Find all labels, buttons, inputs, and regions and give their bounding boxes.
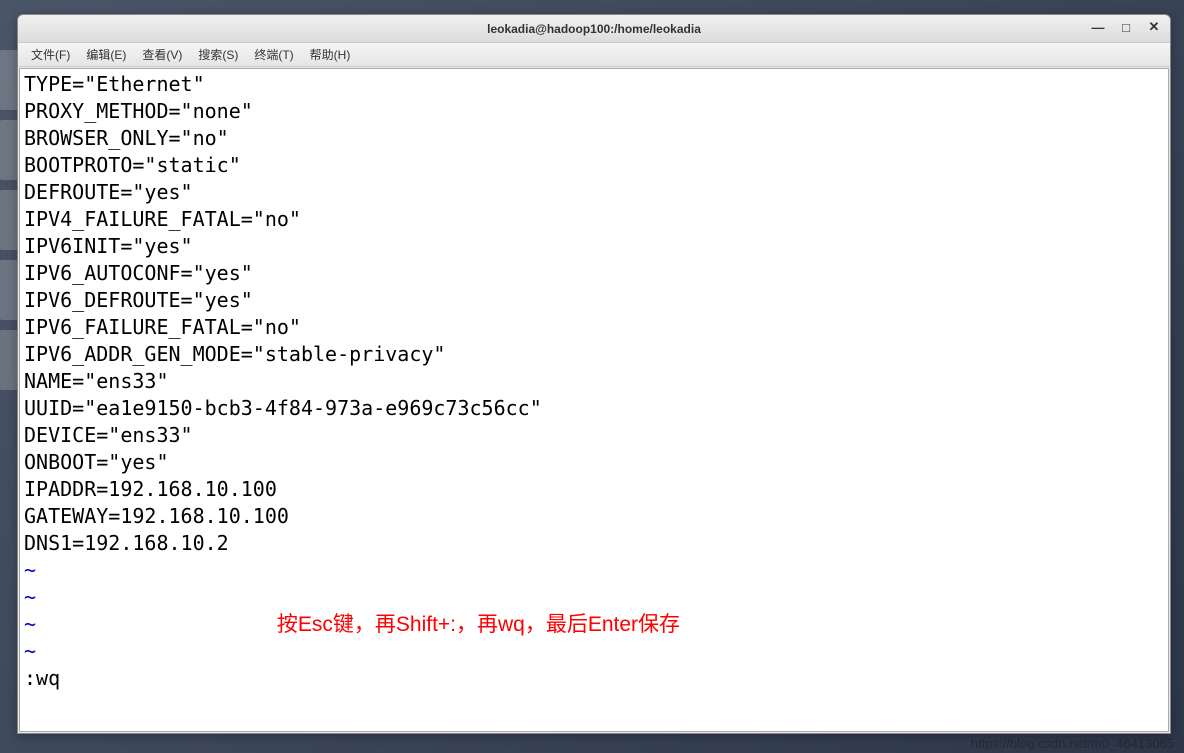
vim-tilde: ~ — [24, 638, 1164, 665]
config-line: DEFROUTE="yes" — [24, 179, 1164, 206]
titlebar[interactable]: leokadia@hadoop100:/home/leokadia — □ ✕ — [18, 15, 1170, 43]
vim-tilde: ~ — [24, 612, 36, 636]
config-line: IPADDR=192.168.10.100 — [24, 476, 1164, 503]
terminal-window: leokadia@hadoop100:/home/leokadia — □ ✕ … — [17, 14, 1171, 734]
vim-tilde-instruction-line: ~ 按Esc键，再Shift+:，再wq，最后Enter保存 — [24, 611, 1164, 638]
config-line: BROWSER_ONLY="no" — [24, 125, 1164, 152]
close-button[interactable]: ✕ — [1146, 19, 1162, 35]
config-line: UUID="ea1e9150-bcb3-4f84-973a-e969c73c56… — [24, 395, 1164, 422]
vim-tilde: ~ — [24, 557, 1164, 584]
minimize-button[interactable]: — — [1090, 19, 1106, 35]
menu-edit[interactable]: 编辑(E) — [78, 44, 134, 65]
window-controls: — □ ✕ — [1090, 19, 1162, 35]
config-line: ONBOOT="yes" — [24, 449, 1164, 476]
menu-terminal[interactable]: 终端(T) — [246, 44, 301, 65]
vim-tilde: ~ — [24, 584, 1164, 611]
menu-help[interactable]: 帮助(H) — [302, 44, 359, 65]
menu-file[interactable]: 文件(F) — [23, 44, 78, 65]
config-line: TYPE="Ethernet" — [24, 71, 1164, 98]
terminal-content[interactable]: TYPE="Ethernet" PROXY_METHOD="none" BROW… — [19, 68, 1169, 732]
config-line: IPV6_ADDR_GEN_MODE="stable-privacy" — [24, 341, 1164, 368]
menubar: 文件(F) 编辑(E) 查看(V) 搜索(S) 终端(T) 帮助(H) — [18, 43, 1170, 67]
menu-search[interactable]: 搜索(S) — [190, 44, 246, 65]
config-line: GATEWAY=192.168.10.100 — [24, 503, 1164, 530]
menu-view[interactable]: 查看(V) — [134, 44, 190, 65]
config-line: BOOTPROTO="static" — [24, 152, 1164, 179]
maximize-button[interactable]: □ — [1118, 19, 1134, 35]
window-title: leokadia@hadoop100:/home/leokadia — [487, 22, 701, 36]
config-line: DNS1=192.168.10.2 — [24, 530, 1164, 557]
config-line: IPV4_FAILURE_FATAL="no" — [24, 206, 1164, 233]
desktop-icons — [0, 50, 18, 650]
desktop-icon[interactable] — [0, 330, 18, 390]
vim-command-line[interactable]: :wq — [24, 665, 1164, 692]
desktop-icon[interactable] — [0, 260, 18, 320]
config-line: IPV6INIT="yes" — [24, 233, 1164, 260]
instruction-text: 按Esc键，再Shift+:，再wq，最后Enter保存 — [277, 613, 680, 636]
config-line: IPV6_AUTOCONF="yes" — [24, 260, 1164, 287]
config-line: PROXY_METHOD="none" — [24, 98, 1164, 125]
config-line: DEVICE="ens33" — [24, 422, 1164, 449]
config-line: IPV6_DEFROUTE="yes" — [24, 287, 1164, 314]
desktop-icon[interactable] — [0, 120, 18, 180]
config-line: IPV6_FAILURE_FATAL="no" — [24, 314, 1164, 341]
config-line: NAME="ens33" — [24, 368, 1164, 395]
desktop-icon[interactable] — [0, 190, 18, 250]
desktop-icon[interactable] — [0, 50, 18, 110]
watermark: https://blog.csdn.net/m0_46413065 — [971, 736, 1174, 751]
